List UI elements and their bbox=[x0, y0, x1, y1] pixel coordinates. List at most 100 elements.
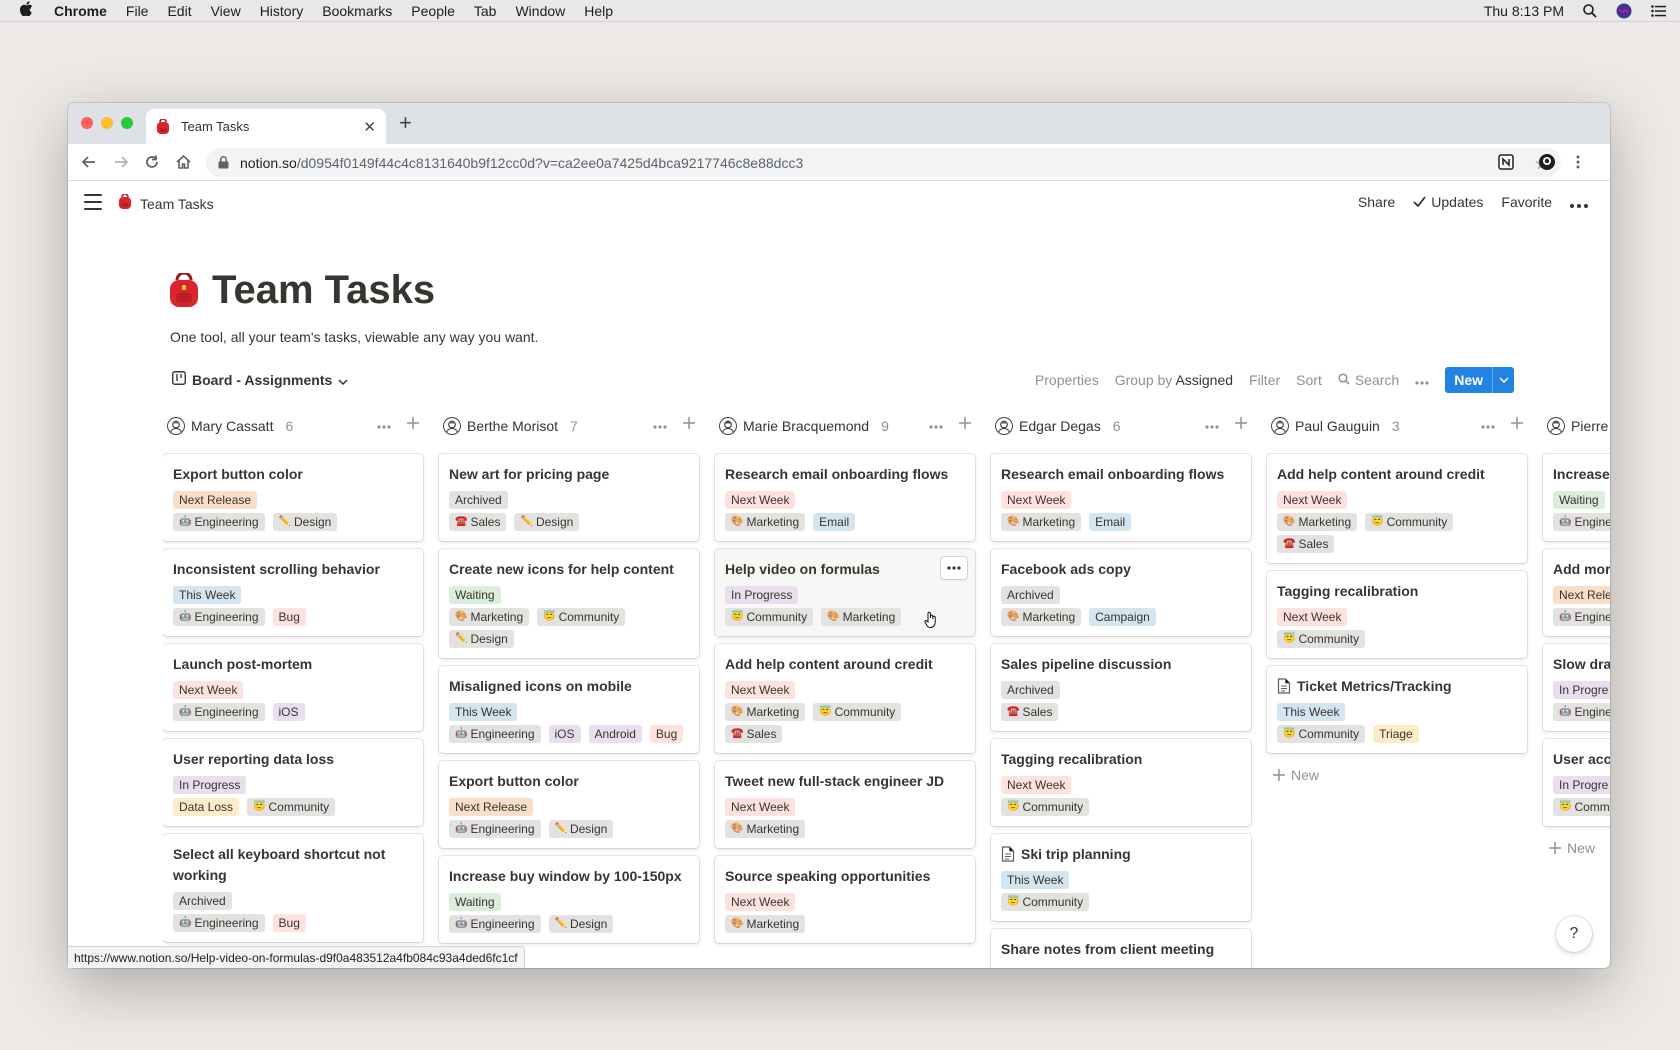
task-card[interactable]: Tweet new full-stack engineer JD Next Wee… bbox=[715, 761, 975, 848]
task-card[interactable]: Export button color Next Release 🤖 Engineer… bbox=[163, 454, 423, 541]
tag-row: Next Week bbox=[1001, 491, 1241, 509]
task-card[interactable]: Add help content around credit Next Week 🎨… bbox=[1267, 454, 1527, 563]
home-icon[interactable] bbox=[172, 151, 194, 173]
task-card[interactable]: Add help content around credit Next Week 🎨… bbox=[715, 644, 975, 753]
close-tab-icon[interactable]: ✕ bbox=[363, 118, 376, 136]
task-card[interactable]: Sales pipeline discussion Archived ☎️ Sales bbox=[991, 644, 1251, 731]
menubar-clock[interactable]: Thu 8:13 PM bbox=[1484, 3, 1564, 19]
siri-icon[interactable] bbox=[1616, 3, 1632, 19]
add-new-card-button[interactable]: New bbox=[1267, 767, 1527, 783]
column-more-icon[interactable] bbox=[1481, 416, 1495, 434]
column-header[interactable]: Mary Cassatt 6 bbox=[163, 412, 423, 440]
minimize-window-button[interactable] bbox=[101, 117, 113, 129]
chrome-menu-icon[interactable] bbox=[1568, 152, 1588, 172]
page-title[interactable]: Team Tasks bbox=[212, 268, 435, 313]
task-card[interactable]: Inconsistent scrolling behavior This Week… bbox=[163, 549, 423, 636]
card-title: Increase bbox=[1553, 464, 1610, 485]
new-record-button[interactable]: New bbox=[1445, 367, 1514, 393]
favorite-button[interactable]: Favorite bbox=[1501, 194, 1552, 210]
task-card[interactable]: Tagging recalibration Next Week 😇 Community bbox=[1267, 571, 1527, 658]
apple-menu-icon[interactable] bbox=[19, 1, 38, 20]
share-button[interactable]: Share bbox=[1358, 194, 1395, 210]
task-card[interactable]: Share notes from client meeting bbox=[991, 929, 1251, 968]
task-card[interactable]: Launch post-mortem Next Week 🤖 Engineering i… bbox=[163, 644, 423, 731]
task-card[interactable]: Select all keyboard shortcut not working… bbox=[163, 834, 423, 942]
browser-tab[interactable]: Team Tasks ✕ bbox=[146, 109, 386, 144]
column-header[interactable]: Edgar Degas 6 bbox=[991, 412, 1251, 440]
zoom-window-button[interactable] bbox=[121, 117, 133, 129]
add-card-icon[interactable] bbox=[1511, 416, 1523, 434]
add-card-icon[interactable] bbox=[407, 416, 419, 434]
task-card[interactable]: Research email onboarding flows Next Week… bbox=[715, 454, 975, 541]
task-card[interactable]: Add more Next Rele 🤖Engine bbox=[1543, 549, 1610, 636]
address-bar[interactable]: notion.so/d0954f0149f44c4c8131640b9f12cc… bbox=[206, 148, 1561, 177]
updates-button[interactable]: Updates bbox=[1413, 194, 1483, 210]
search-button[interactable]: Search bbox=[1338, 372, 1399, 388]
more-options-icon[interactable] bbox=[1570, 196, 1588, 208]
sidebar-toggle-icon[interactable] bbox=[84, 194, 102, 210]
new-record-dropdown-icon[interactable] bbox=[1492, 367, 1514, 393]
menu-app-name[interactable]: Chrome bbox=[54, 3, 107, 19]
column-more-icon[interactable] bbox=[377, 416, 391, 434]
task-card[interactable]: User acc In Progre 😇 Comm bbox=[1543, 739, 1610, 826]
task-card[interactable]: Create new icons for help content Waiting… bbox=[439, 549, 699, 658]
task-card[interactable]: New art for pricing page Archived ☎️ Sales ✏… bbox=[439, 454, 699, 541]
menu-window[interactable]: Window bbox=[515, 3, 565, 19]
column-header[interactable]: Paul Gauguin 3 bbox=[1267, 412, 1527, 440]
profile-extension-icon[interactable] bbox=[1537, 152, 1557, 172]
task-card[interactable]: Increase Waiting 🤖 Engine bbox=[1543, 454, 1610, 541]
notion-extension-icon[interactable] bbox=[1496, 152, 1516, 172]
task-card[interactable]: Research email onboarding flows Next Week… bbox=[991, 454, 1251, 541]
page-description[interactable]: One tool, all your team's tasks, viewabl… bbox=[170, 329, 538, 345]
add-card-icon[interactable] bbox=[959, 416, 971, 434]
menu-view[interactable]: View bbox=[211, 3, 241, 19]
tag: 😇 Community bbox=[1001, 798, 1090, 816]
notification-center-icon[interactable] bbox=[1650, 3, 1666, 19]
lock-icon[interactable] bbox=[218, 155, 230, 170]
menu-people[interactable]: People bbox=[411, 3, 455, 19]
column-header[interactable]: Pierre bbox=[1543, 412, 1610, 440]
column-title: Pierre bbox=[1571, 418, 1609, 434]
task-card[interactable]: Source speaking opportunities Next Week 🎨 M… bbox=[715, 856, 975, 943]
task-card[interactable]: Facebook ads copy Archived 🎨 Marketing Campa… bbox=[991, 549, 1251, 636]
menu-tab[interactable]: Tab bbox=[474, 3, 497, 19]
column-header[interactable]: Marie Bracquemond 9 bbox=[715, 412, 975, 440]
group-by-button[interactable]: Group by Assigned bbox=[1115, 372, 1233, 388]
new-tab-button[interactable]: + bbox=[399, 112, 412, 134]
menu-file[interactable]: File bbox=[126, 3, 149, 19]
task-card[interactable]: User reporting data loss In Progress Data … bbox=[163, 739, 423, 826]
menu-bookmarks[interactable]: Bookmarks bbox=[322, 3, 392, 19]
close-window-button[interactable] bbox=[81, 117, 93, 129]
menu-history[interactable]: History bbox=[260, 3, 304, 19]
help-button[interactable]: ? bbox=[1556, 916, 1592, 952]
view-more-icon[interactable] bbox=[1415, 372, 1429, 388]
task-card[interactable]: Export button color Next Release 🤖 Engineer… bbox=[439, 761, 699, 848]
back-arrow-icon[interactable] bbox=[78, 151, 100, 173]
backpack-page-icon[interactable] bbox=[168, 271, 202, 309]
column-more-icon[interactable] bbox=[1205, 416, 1219, 434]
column-more-icon[interactable] bbox=[653, 416, 667, 434]
add-card-icon[interactable] bbox=[683, 416, 695, 434]
filter-button[interactable]: Filter bbox=[1249, 372, 1280, 388]
card-title-text: Research email onboarding flows bbox=[1001, 466, 1225, 482]
column-header[interactable]: Berthe Morisot 7 bbox=[439, 412, 699, 440]
task-card[interactable]: Tagging recalibration Next Week 😇 Community bbox=[991, 739, 1251, 826]
task-card[interactable]: Ticket Metrics/Tracking This Week 😇 Communi… bbox=[1267, 666, 1527, 753]
task-card[interactable]: Ski trip planning This Week 😇 Community bbox=[991, 834, 1251, 921]
properties-button[interactable]: Properties bbox=[1035, 372, 1099, 388]
spotlight-search-icon[interactable] bbox=[1582, 3, 1598, 19]
column-more-icon[interactable] bbox=[929, 416, 943, 434]
menu-help[interactable]: Help bbox=[584, 3, 613, 19]
menu-edit[interactable]: Edit bbox=[167, 3, 191, 19]
add-card-icon[interactable] bbox=[1235, 416, 1247, 434]
card-more-icon[interactable] bbox=[941, 557, 967, 579]
add-new-card-button[interactable]: New bbox=[1543, 840, 1610, 856]
task-card[interactable]: Increase buy window by 100-150px Waiting 🤖… bbox=[439, 856, 699, 943]
forward-arrow-icon[interactable] bbox=[110, 151, 132, 173]
breadcrumb[interactable]: Team Tasks bbox=[118, 193, 214, 213]
sort-button[interactable]: Sort bbox=[1296, 372, 1322, 388]
task-card[interactable]: Misaligned icons on mobile This Week 🤖 Engi… bbox=[439, 666, 699, 753]
task-card[interactable]: Slow dra In Progre 🤖 Engine bbox=[1543, 644, 1610, 731]
view-switcher[interactable]: Board - Assignments bbox=[172, 371, 348, 388]
reload-icon[interactable] bbox=[141, 151, 163, 173]
